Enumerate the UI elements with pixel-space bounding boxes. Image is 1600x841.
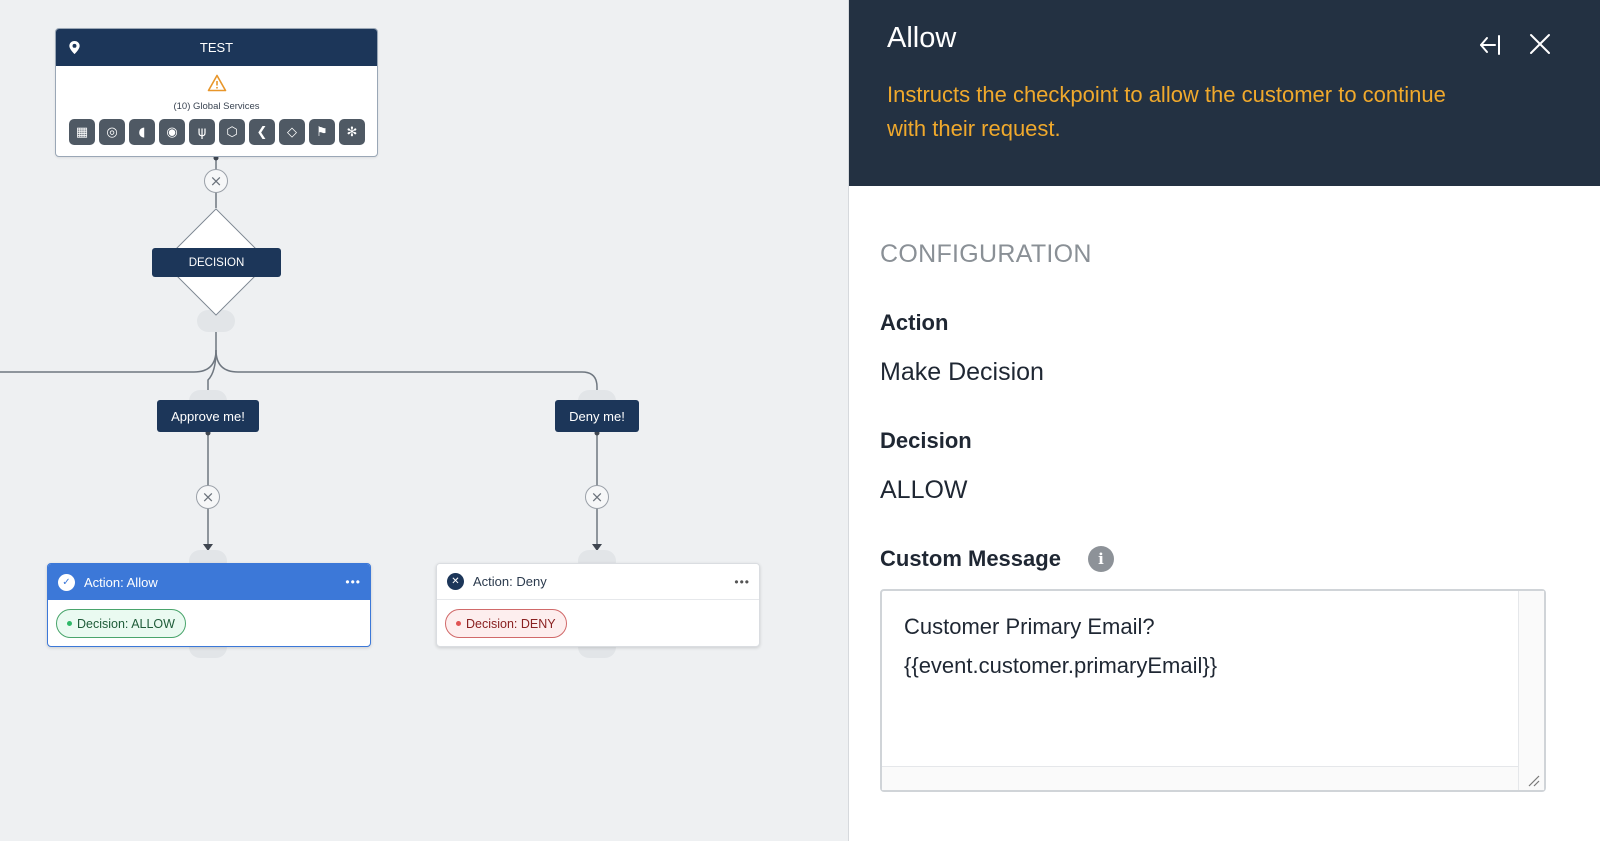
action-allow-title: Action: Allow — [84, 574, 158, 590]
vertical-scrollbar[interactable] — [1518, 591, 1544, 790]
remove-connection-icon[interactable]: × — [585, 485, 609, 509]
flag-icon: ⚑ — [309, 119, 335, 145]
global-services-label: (10) Global Services — [173, 101, 260, 112]
decision-deny-badge: Decision: DENY — [445, 609, 567, 638]
configuration-heading: CONFIGURATION — [880, 240, 1092, 268]
more-options-icon[interactable]: ••• — [734, 575, 750, 589]
swirl-icon: ◎ — [99, 119, 125, 145]
gear-snowflake-icon: ✻ — [339, 119, 365, 145]
trigger-node-header: TEST — [56, 29, 377, 66]
trigger-node-test[interactable]: TEST (10) Global Services ▦ ◎ ◖ ◉ ψ ⬡ ❮ … — [55, 28, 378, 157]
path-deny-label[interactable]: Deny me! — [555, 400, 639, 432]
action-allow-header: ✓ Action: Allow ••• — [48, 564, 370, 600]
action-field-label: Action — [880, 310, 949, 335]
action-deny-header: ✕ Action: Deny ••• — [437, 564, 759, 600]
path-approve-label[interactable]: Approve me! — [157, 400, 259, 432]
decision-deny-text: Decision: DENY — [466, 616, 556, 631]
decision-allow-badge: Decision: ALLOW — [56, 609, 186, 638]
close-icon[interactable] — [1527, 31, 1553, 57]
warning-icon — [207, 74, 227, 92]
status-dot — [67, 621, 72, 626]
custom-message-text[interactable]: Customer Primary Email? {{event.customer… — [904, 607, 1514, 685]
more-options-icon[interactable]: ••• — [345, 575, 361, 589]
action-deny-node[interactable]: ✕ Action: Deny ••• Decision: DENY — [436, 563, 760, 647]
decision-field-label: Decision — [880, 428, 972, 453]
chevron-left-icon: ❮ — [249, 119, 275, 145]
panel-header: Allow Instructs the checkpoint to allow … — [849, 0, 1600, 186]
workflow-canvas[interactable]: TEST (10) Global Services ▦ ◎ ◖ ◉ ψ ⬡ ❮ … — [0, 0, 848, 841]
hexagon-layers-icon: ⬡ — [219, 119, 245, 145]
action-deny-title: Action: Deny — [473, 574, 547, 589]
decision-field-value: ALLOW — [880, 476, 968, 504]
fingerprint-icon: ◉ — [159, 119, 185, 145]
collapse-panel-icon[interactable] — [1477, 32, 1503, 58]
sprout-icon: ψ — [189, 119, 215, 145]
decision-allow-text: Decision: ALLOW — [77, 616, 175, 631]
grid-icon: ▦ — [69, 119, 95, 145]
service-icons-row: ▦ ◎ ◖ ◉ ψ ⬡ ❮ ◇ ⚑ ✻ — [69, 119, 365, 145]
trigger-node-title: TEST — [199, 40, 234, 55]
decision-node-label[interactable]: DECISION — [152, 248, 281, 277]
custom-message-textarea[interactable]: Customer Primary Email? {{event.customer… — [880, 589, 1546, 792]
action-allow-node[interactable]: ✓ Action: Allow ••• Decision: ALLOW — [47, 563, 371, 647]
horizontal-scrollbar[interactable] — [882, 766, 1518, 790]
diamond-arrows-icon: ◇ — [279, 119, 305, 145]
status-dot — [456, 621, 461, 626]
panel-title: Allow — [887, 22, 957, 54]
location-pin-icon — [69, 40, 80, 55]
check-circle-icon: ✓ — [58, 573, 75, 591]
info-icon[interactable]: i — [1088, 546, 1114, 572]
panel-description: Instructs the checkpoint to allow the cu… — [887, 82, 1446, 141]
node-details-panel: Allow Instructs the checkpoint to allow … — [848, 0, 1600, 841]
remove-connection-icon[interactable]: × — [204, 169, 228, 193]
x-circle-icon: ✕ — [447, 573, 464, 590]
custom-message-label: Custom Message — [880, 546, 1061, 571]
resize-handle-icon[interactable] — [1526, 773, 1540, 787]
remove-connection-icon[interactable]: × — [196, 485, 220, 509]
shield-leaf-icon: ◖ — [129, 119, 155, 145]
action-field-value: Make Decision — [880, 358, 1044, 386]
